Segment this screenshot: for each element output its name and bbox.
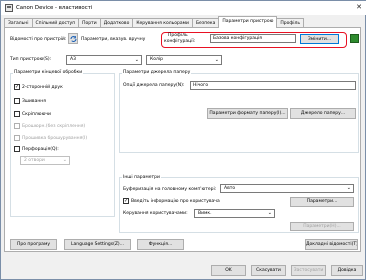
chevron-down-icon: ⌄ bbox=[134, 57, 139, 63]
fastening-checkbox[interactable] bbox=[14, 111, 20, 117]
device-info-value: Параметри, вказув. вручну bbox=[81, 37, 146, 42]
booklet-label: Брошюрн.(без скріплення) bbox=[22, 124, 86, 129]
ok-button[interactable]: OK bbox=[211, 265, 246, 276]
user-info-label: Введіть інформацію про користувача bbox=[131, 199, 220, 204]
user-mgmt-label: Керування користувачами: bbox=[123, 211, 188, 216]
properties-window: Canon Device - властивості ✕ Загальні Сп… bbox=[0, 0, 366, 280]
holes-value: 2 отвори bbox=[24, 158, 45, 163]
saddle-stitch-label: Прошивка брошурування(I) bbox=[22, 136, 88, 141]
holes-select[interactable]: 2 отвори ⌄ bbox=[20, 156, 70, 165]
title-bar: Canon Device - властивості ✕ bbox=[1, 1, 366, 15]
chevron-down-icon: ⌄ bbox=[267, 210, 272, 216]
stapling-label: Зшивання bbox=[22, 99, 46, 104]
printer-type-select[interactable]: A3 ⌄ bbox=[66, 55, 142, 65]
close-icon[interactable]: ✕ bbox=[353, 2, 365, 13]
paper-source-button[interactable]: Джерело паперу... bbox=[290, 108, 356, 119]
saddle-stitch-checkbox[interactable] bbox=[14, 135, 20, 141]
booklet-checkbox[interactable] bbox=[14, 123, 20, 129]
spool-value: Авто bbox=[224, 186, 236, 191]
language-settings-button[interactable]: Language Settings(Z)... bbox=[64, 239, 131, 250]
apply-button[interactable]: Застосувати bbox=[291, 265, 326, 276]
color-select[interactable]: Колір ⌄ bbox=[146, 55, 222, 65]
paper-format-button[interactable]: Параметри формату паперу(I)... bbox=[207, 108, 288, 119]
stapling-checkbox[interactable] bbox=[14, 98, 20, 104]
user-mgmt-params-button[interactable]: Параметри(H)... bbox=[290, 222, 354, 231]
export-icon[interactable] bbox=[350, 34, 359, 43]
paper-source-option-field[interactable]: Нічого bbox=[190, 81, 356, 90]
duplex-label: 2-сторонній друк bbox=[22, 85, 63, 90]
help-button[interactable]: Довідка bbox=[331, 265, 363, 276]
change-profile-button[interactable]: Змінити... bbox=[300, 34, 339, 44]
device-info-label: Відомості про пристрій: bbox=[10, 37, 67, 42]
refresh-icon bbox=[70, 36, 77, 42]
chevron-down-icon: ⌄ bbox=[62, 157, 67, 163]
punch-label: Перфорація(Q): bbox=[22, 147, 59, 152]
color-value: Колір bbox=[150, 57, 163, 62]
cancel-button[interactable]: Скасувати bbox=[251, 265, 286, 276]
user-info-checkbox[interactable]: ✓ bbox=[123, 198, 129, 204]
punch-checkbox[interactable] bbox=[14, 146, 20, 152]
user-info-params-button[interactable]: Параметри... bbox=[290, 197, 354, 207]
spool-label: Буферизація на головному комп'ютері: bbox=[123, 187, 217, 192]
functions-button[interactable]: Функція... bbox=[137, 239, 184, 250]
finishing-group bbox=[10, 73, 115, 217]
paper-source-option-label: Опції джерела паперу(N): bbox=[123, 83, 185, 88]
printer-type-label: Тип пристрою(S): bbox=[10, 57, 52, 62]
printer-type-value: A3 bbox=[70, 57, 76, 62]
profile-field[interactable]: Базова конфігурація bbox=[210, 34, 296, 43]
chevron-down-icon: ⌄ bbox=[214, 57, 219, 63]
user-mgmt-value: Вимк. bbox=[198, 211, 212, 216]
duplex-checkbox[interactable]: ✓ bbox=[14, 84, 20, 90]
profile-label-line2: конфігурації: bbox=[164, 39, 196, 44]
other-params-title: Інші параметри bbox=[122, 175, 161, 180]
about-button[interactable]: Про програму bbox=[10, 239, 57, 250]
window-title: Canon Device - властивості bbox=[16, 5, 93, 11]
refresh-button[interactable] bbox=[68, 33, 78, 44]
chevron-down-icon: ⌄ bbox=[346, 185, 351, 191]
details-button[interactable]: Докладні відомості(T)... bbox=[305, 239, 358, 250]
finishing-title: Параметри кінцевої обробки bbox=[13, 70, 84, 75]
fastening-label: Скріплюючи bbox=[22, 112, 51, 117]
profile-label-line1: Профіль bbox=[168, 33, 188, 38]
tab-device-settings[interactable]: Параметри пристрою bbox=[218, 16, 278, 28]
spool-select[interactable]: Авто ⌄ bbox=[220, 184, 354, 193]
paper-source-title: Параметри джерела паперу bbox=[122, 70, 192, 75]
user-mgmt-select[interactable]: Вимк. ⌄ bbox=[194, 209, 275, 218]
printer-icon bbox=[5, 4, 13, 12]
